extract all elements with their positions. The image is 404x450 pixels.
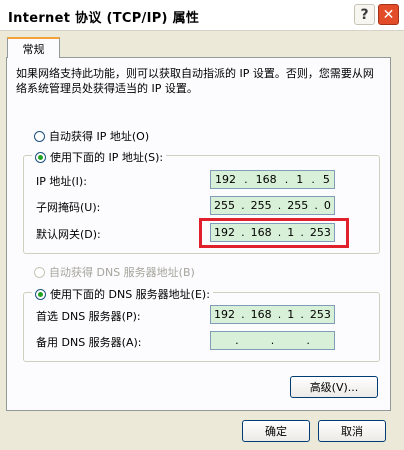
ip-manual-option[interactable]: 使用下面的 IP 地址(S): (32, 149, 167, 165)
tab-general[interactable]: 常规 (7, 37, 60, 58)
default-gateway-label: 默认网关(D): (36, 228, 101, 241)
ip-auto-option[interactable]: 自动获得 IP 地址(O) (34, 128, 149, 144)
title-bar[interactable]: Internet 协议 (TCP/IP) 属性 ? ✕ (0, 0, 404, 31)
preferred-dns-field[interactable]: 192. 168. 1. 253 (210, 305, 335, 324)
description-text: 如果网络支持此功能，则可以获取自动指派的 IP 设置。否则，您需要从网络系统管理… (16, 67, 374, 95)
dns-auto-label: 自动获得 DNS 服务器地址(B) (49, 266, 195, 279)
dns-auto-option[interactable]: 自动获得 DNS 服务器地址(B) (34, 264, 195, 280)
subnet-mask-field[interactable]: 255. 255. 255. 0 (210, 196, 335, 215)
subnet-mask-label: 子网掩码(U): (36, 201, 101, 214)
tcpip-properties-dialog: Internet 协议 (TCP/IP) 属性 ? ✕ 常规 如果网络支持此功能… (0, 0, 404, 450)
preferred-dns-label: 首选 DNS 服务器(P): (36, 310, 141, 323)
gateway-highlight-box (199, 218, 349, 248)
ip-manual-label: 使用下面的 IP 地址(S): (50, 151, 164, 164)
radio-ip-manual[interactable] (35, 151, 46, 163)
alternate-dns-label: 备用 DNS 服务器(A): (36, 336, 142, 349)
advanced-button[interactable]: 高级(V)... (290, 376, 378, 398)
ip-address-field[interactable]: 192. 168. 1. 5 (210, 170, 335, 189)
help-button[interactable]: ? (354, 4, 375, 25)
radio-dns-manual[interactable] (35, 288, 46, 300)
cancel-button[interactable]: 取消 (318, 420, 386, 442)
dns-manual-label: 使用下面的 DNS 服务器地址(E): (50, 288, 210, 301)
radio-ip-auto[interactable] (34, 130, 45, 142)
ip-auto-label: 自动获得 IP 地址(O) (49, 130, 150, 143)
dns-manual-group (23, 292, 380, 362)
dns-manual-option[interactable]: 使用下面的 DNS 服务器地址(E): (32, 286, 213, 302)
ok-button[interactable]: 确定 (242, 420, 310, 442)
alternate-dns-field[interactable]: . . . (210, 331, 335, 350)
ip-address-label: IP 地址(I): (36, 175, 87, 188)
close-button[interactable]: ✕ (378, 4, 399, 25)
window-title: Internet 协议 (TCP/IP) 属性 (8, 11, 200, 26)
radio-dns-auto[interactable] (34, 266, 45, 278)
